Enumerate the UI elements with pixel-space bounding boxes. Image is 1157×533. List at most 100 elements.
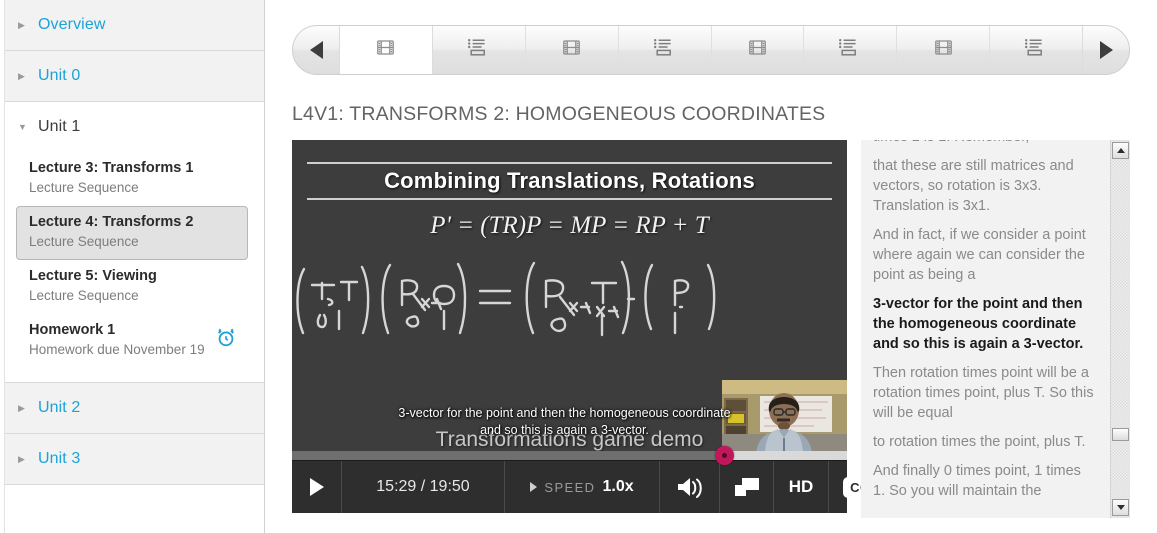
sequence-title: Lecture 5: Viewing [29, 268, 157, 284]
sequence-title: Homework 1 [29, 322, 116, 338]
transcript-line-active[interactable]: 3-vector for the point and then the homo… [873, 294, 1096, 354]
transcript-line[interactable]: Then rotation times point will be a rota… [873, 363, 1096, 423]
volume-icon [677, 478, 702, 498]
sequence-tab-1-video[interactable] [340, 26, 433, 74]
chevron-right-icon [18, 455, 29, 464]
video-and-transcript: Combining Translations, Rotations P' = (… [265, 140, 1157, 518]
chevron-right-icon [18, 21, 29, 30]
play-icon [309, 478, 324, 496]
chapter-header[interactable]: Unit 3 [0, 434, 264, 484]
video-transcript[interactable]: times 1 is 1. Remember, that these are s… [861, 140, 1130, 518]
chapter-label: Unit 3 [38, 450, 81, 467]
chapter-label: Unit 2 [38, 399, 81, 416]
chapter-header[interactable]: Unit 2 [0, 383, 264, 433]
sidebar-chapter-overview[interactable]: Overview [0, 0, 264, 51]
scrollbar-thumb[interactable] [1112, 428, 1129, 441]
handwritten-matrix-annotation [296, 260, 716, 337]
sidebar-chapter-unit-3[interactable]: Unit 3 [0, 434, 264, 485]
sidebar-item-lecture-5[interactable]: Lecture 5: Viewing Lecture Sequence [16, 260, 248, 314]
sidebar-item-homework-1[interactable]: Homework 1 Homework due November 19 [16, 314, 248, 368]
chapter-header[interactable]: Unit 0 [0, 51, 264, 101]
caret-down-icon [1116, 505, 1125, 510]
slide-rule-top [307, 162, 832, 164]
sidebar-chapter-unit-1[interactable]: Unit 1 Lecture 3: Transforms 1 Lecture S… [0, 102, 264, 383]
sequence-nav [292, 25, 1130, 75]
sequence-nav-wrapper [265, 0, 1157, 75]
sequence-subtitle: Lecture Sequence [29, 180, 139, 195]
arrow-right-icon [1099, 41, 1113, 59]
transcript-lines[interactable]: times 1 is 1. Remember, that these are s… [861, 140, 1110, 518]
slide-equation: P' = (TR)P = MP = RP + T [430, 212, 709, 239]
courseware-main: L4V1: TRANSFORMS 2: HOMOGENEOUS COORDINA… [265, 0, 1157, 533]
problem-list-icon [653, 38, 676, 62]
speed-label: SPEED [544, 479, 596, 495]
sequence-title: Lecture 4: Transforms 2 [29, 214, 194, 230]
sidebar-chapter-unit-2[interactable]: Unit 2 [0, 383, 264, 434]
speed-control[interactable]: SPEED 1.0x [505, 461, 660, 513]
sidebar-edge-strip [0, 0, 5, 533]
transcript-line[interactable]: times 1 is 1. Remember, [873, 140, 1096, 147]
sidebar-item-lecture-3[interactable]: Lecture 3: Transforms 1 Lecture Sequence [16, 152, 248, 206]
video-icon [377, 40, 395, 60]
sequence-tab-7-video[interactable] [897, 26, 991, 74]
course-sidebar: Overview Unit 0 Unit 1 Lecture 3: Transf… [0, 0, 265, 533]
sidebar-filler [0, 485, 264, 533]
transcript-line[interactable]: that these are still matrices and vector… [873, 156, 1096, 216]
progress-loaded [724, 451, 847, 460]
fullscreen-button[interactable] [720, 461, 774, 513]
speed-value: 1.0x [602, 478, 634, 495]
video-timer: 15:29 / 19:50 [342, 461, 505, 513]
chapter-header[interactable]: Unit 1 [0, 102, 264, 152]
video-controls: 15:29 / 19:50 SPEED 1.0x HD CC [292, 460, 877, 513]
sequence-tab-6-problem[interactable] [804, 26, 898, 74]
hd-toggle[interactable]: HD [774, 461, 829, 513]
alarm-clock-icon [215, 326, 237, 348]
fullscreen-icon [734, 478, 759, 496]
sequence-tab-5-video[interactable] [712, 26, 805, 74]
transcript-scrollbar[interactable] [1110, 140, 1130, 518]
sequence-subtitle: Homework due November 19 [29, 342, 205, 357]
sequence-tabs [340, 26, 1082, 74]
next-unit-button[interactable] [1082, 26, 1129, 74]
video-progress-bar[interactable] [292, 446, 847, 465]
problem-list-icon [1025, 38, 1047, 62]
previous-unit-button[interactable] [293, 26, 340, 74]
video-viewport[interactable]: Combining Translations, Rotations P' = (… [292, 140, 847, 451]
transcript-line[interactable]: And in fact, if we consider a point wher… [873, 225, 1096, 285]
sequence-tab-4-problem[interactable] [619, 26, 712, 74]
sequence-tab-3-video[interactable] [526, 26, 619, 74]
video-icon [749, 40, 766, 60]
courseware-page: Overview Unit 0 Unit 1 Lecture 3: Transf… [0, 0, 1157, 533]
chevron-down-icon [18, 123, 29, 132]
chevron-right-icon [18, 404, 29, 413]
video-time-label: 15:29 / 19:50 [376, 478, 470, 495]
sequence-title: Lecture 3: Transforms 1 [29, 160, 194, 176]
problem-list-icon [839, 38, 861, 62]
volume-button[interactable] [660, 461, 720, 513]
sequence-tab-2-problem[interactable] [433, 26, 526, 74]
video-player: Combining Translations, Rotations P' = (… [292, 140, 877, 513]
sidebar-item-lecture-4[interactable]: Lecture 4: Transforms 2 Lecture Sequence [16, 206, 248, 260]
slide-rule-bottom [307, 198, 832, 200]
chevron-right-icon [18, 72, 29, 81]
sequence-tab-8-problem[interactable] [990, 26, 1082, 74]
play-button[interactable] [292, 461, 342, 513]
caret-right-icon [530, 482, 538, 492]
page-title: L4V1: TRANSFORMS 2: HOMOGENEOUS COORDINA… [292, 103, 826, 125]
caret-up-icon [1116, 148, 1125, 153]
scroll-down-button[interactable] [1112, 499, 1129, 516]
video-icon [934, 40, 952, 60]
transcript-line[interactable]: to rotation times the point, plus T. [873, 432, 1096, 452]
scroll-up-button[interactable] [1112, 142, 1129, 159]
progress-played [292, 451, 725, 460]
sidebar-chapter-unit-0[interactable]: Unit 0 [0, 51, 264, 102]
chapter-label: Unit 1 [38, 118, 81, 135]
transcript-line[interactable]: And finally 0 times point, 1 times 1. So… [873, 461, 1096, 501]
video-icon [563, 40, 581, 60]
video-caption-overlay: 3-vector for the point and then the homo… [398, 406, 731, 437]
sequence-subtitle: Lecture Sequence [29, 234, 139, 249]
sequence-list: Lecture 3: Transforms 1 Lecture Sequence… [0, 152, 264, 382]
hd-label: HD [788, 477, 814, 496]
chapter-header[interactable]: Overview [0, 0, 264, 50]
problem-list-icon [467, 38, 490, 62]
